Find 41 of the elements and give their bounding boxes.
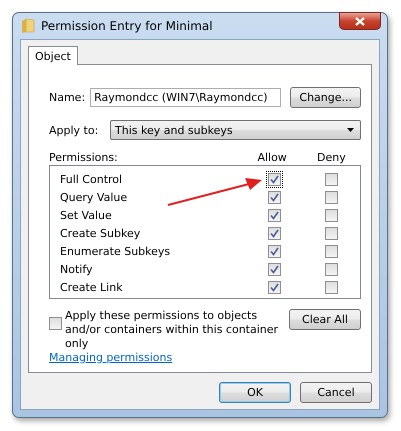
tab[interactable]: Object — [28, 46, 78, 65]
close-button[interactable] — [339, 12, 381, 30]
allow-checkbox[interactable] — [266, 206, 284, 224]
apply-to-label: Apply to: — [49, 124, 100, 136]
deny-checkbox[interactable] — [325, 262, 338, 276]
permission-name: Notify — [60, 262, 94, 276]
change-button[interactable]: Change... — [290, 87, 361, 108]
permission-name: Create Link — [60, 280, 124, 294]
apply-checkbox[interactable] — [49, 317, 62, 330]
clear-all-button[interactable]: Clear All — [289, 309, 361, 330]
allow-checkbox[interactable] — [266, 224, 284, 242]
permission-name: Query Value — [60, 190, 128, 204]
allow-checkbox[interactable] — [266, 278, 284, 296]
close-icon — [355, 16, 365, 26]
deny-checkbox[interactable] — [325, 226, 338, 240]
dialog-button[interactable]: OK — [219, 382, 291, 403]
allow-checkbox[interactable] — [266, 170, 284, 188]
allow-checkbox[interactable] — [266, 260, 284, 278]
permission-name: Full Control — [60, 172, 124, 186]
allow-checkbox[interactable] — [266, 188, 284, 206]
column-header: Allow — [257, 150, 287, 164]
apply-checkbox-label: Apply these permissions to objects and/or containers within this container only — [65, 309, 280, 351]
deny-checkbox[interactable] — [325, 280, 338, 294]
allow-checkbox[interactable] — [266, 242, 284, 260]
window-title: Permission Entry for Minimal — [41, 19, 214, 33]
deny-checkbox[interactable] — [325, 244, 338, 258]
column-header: Deny — [317, 150, 346, 164]
permission-name: Set Value — [60, 208, 113, 222]
dialog-button[interactable]: Cancel — [300, 382, 372, 403]
deny-checkbox[interactable] — [325, 172, 338, 186]
managing-permissions-link[interactable]: Managing permissions — [49, 351, 172, 364]
permission-name: Create Subkey — [60, 226, 142, 240]
apply-to-dropdown[interactable]: This key and subkeys — [110, 120, 361, 140]
deny-checkbox[interactable] — [325, 190, 338, 204]
permission-name: Enumerate Subkeys — [60, 244, 172, 258]
name-label: Name: — [49, 91, 86, 104]
permissions-label: Permissions: — [49, 150, 119, 164]
name-field[interactable]: Raymondcc (WIN7\Raymondcc) — [90, 88, 282, 107]
deny-checkbox[interactable] — [325, 208, 338, 222]
folder-icon — [21, 18, 35, 34]
dropdown-arrow-icon — [347, 128, 354, 132]
